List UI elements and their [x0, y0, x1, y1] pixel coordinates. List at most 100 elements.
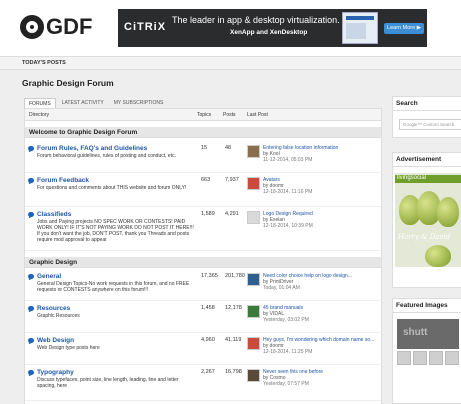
forum-description: General Design Topics-No work requests i… [37, 281, 190, 293]
posts-count: 7,937 [225, 177, 239, 183]
last-post: Entering false location information by K… [263, 145, 379, 163]
ad-brand: CiTRiX [124, 21, 167, 33]
forum-description: Jobs and Paying projects NO SPEC WORK OR… [37, 219, 194, 243]
featured-thumbnail[interactable] [445, 351, 459, 365]
forum-title-link[interactable]: Forum Feedback [37, 177, 89, 184]
last-post-avatar[interactable] [247, 305, 260, 318]
featured-images-panel: Featured Images shutt [392, 298, 461, 404]
last-post-avatar[interactable] [247, 273, 260, 286]
featured-thumbnail[interactable] [413, 351, 427, 365]
forum-title-link[interactable]: Typography [37, 369, 74, 376]
last-post-time: 12-18-2014, 10:39 PM [263, 223, 313, 229]
featured-caption: shutt [403, 327, 428, 338]
advertisement-title: Advertisement [396, 156, 442, 163]
advertisement-panel: Advertisement livingsocial Harry & David [392, 152, 461, 288]
topics-count: 15 [201, 145, 208, 151]
ad-learn-more-button[interactable]: Learn More ▶ [384, 23, 424, 34]
last-post-time: Yesterday, 07:57 PM [263, 381, 309, 387]
forum-row: General General Design Topics-No work re… [25, 271, 381, 301]
search-header: Search [393, 97, 461, 111]
advertisement-header: Advertisement [393, 153, 461, 167]
last-post-avatar[interactable] [247, 177, 260, 190]
category-title: Graphic Design [29, 259, 78, 266]
last-post-avatar[interactable] [247, 337, 260, 350]
ad-headline: The leader in app & desktop virtualizati… [172, 15, 340, 25]
last-post-avatar[interactable] [247, 369, 260, 382]
featured-image[interactable]: shutt [397, 319, 459, 349]
forum-row: Forum Rules, FAQ's and Guidelines Forum … [25, 143, 381, 173]
featured-thumbnail[interactable] [397, 351, 411, 365]
site-header: GDF CiTRiX The leader in app & desktop v… [0, 0, 461, 56]
topics-count: 2,267 [201, 369, 215, 375]
topics-count: 1,589 [201, 211, 215, 217]
topics-count: 663 [201, 177, 211, 183]
logo-text: GDF [46, 14, 93, 39]
last-post-time: 12-18-2014, 11:25 PM [263, 349, 313, 355]
featured-thumbnail[interactable] [429, 351, 443, 365]
forum-bubble-icon [28, 306, 34, 312]
header-ad-banner[interactable]: CiTRiX The leader in app & desktop virtu… [118, 9, 427, 47]
forum-bubble-icon [28, 370, 34, 376]
last-post-avatar[interactable] [247, 145, 260, 158]
forum-directory: Directory Topics Posts Last Post Welcome… [24, 108, 382, 404]
featured-images-header: Featured Images [393, 299, 461, 313]
forum-bubble-icon [28, 274, 34, 280]
forum-description: For questions and comments about THIS we… [37, 185, 187, 191]
search-title: Search [396, 100, 418, 107]
col-posts: Posts [223, 112, 236, 118]
last-post-time: Yesterday, 03:02 PM [263, 317, 309, 323]
forum-description: Discuss typefaces, point size, line leng… [37, 377, 179, 389]
ad-brand-bar: livingsocial [395, 175, 461, 183]
category-header[interactable]: Graphic Design [25, 257, 381, 268]
pear-image [437, 197, 459, 227]
column-headers: Directory Topics Posts Last Post [25, 109, 381, 121]
forum-row: Forum Feedback For questions and comment… [25, 175, 381, 207]
forum-bubble-icon [28, 178, 34, 184]
featured-thumbnails [397, 351, 459, 365]
category-header[interactable]: Welcome to Graphic Design Forum [25, 127, 381, 138]
topics-count: 1,458 [201, 305, 215, 311]
todays-posts-bar: TODAY'S POSTS [0, 56, 461, 70]
forum-description: Forum behavioral guidelines, rules of po… [37, 153, 176, 159]
posts-count: 201,780 [225, 273, 245, 279]
ad-ribbon-text: Harry & David [398, 233, 451, 241]
last-post-time: 11-12-2014, 05:03 PM [263, 157, 313, 163]
last-post: Logo Design Required by Eselan 12-18-201… [263, 211, 379, 229]
search-input[interactable]: Google™ Custom Search [399, 119, 461, 130]
search-panel: Search Google™ Custom Search [392, 96, 461, 138]
forum-title-link[interactable]: Forum Rules, FAQ's and Guidelines [37, 145, 147, 152]
posts-count: 16,798 [225, 369, 242, 375]
forum-title-link[interactable]: Resources [37, 305, 70, 312]
forum-bubble-icon [28, 212, 34, 218]
posts-count: 4,291 [225, 211, 239, 217]
last-post-avatar[interactable] [247, 211, 260, 224]
forum-row: Resources Graphic Resources 1,458 12,178… [25, 303, 381, 333]
last-post: 45 brand manuals by VIDAL Yesterday, 03:… [263, 305, 379, 323]
last-post: Hey guys, I'm wondering which domain nam… [263, 337, 379, 355]
col-topics: Topics [197, 112, 212, 118]
last-post-time: 12-18-2014, 11:16 PM [263, 189, 313, 195]
todays-posts-link[interactable]: TODAY'S POSTS [22, 60, 66, 66]
category-title: Welcome to Graphic Design Forum [29, 129, 138, 136]
col-last-post: Last Post [247, 112, 268, 118]
col-directory: Directory [29, 112, 50, 118]
forum-row: Typography Discuss typefaces, point size… [25, 367, 381, 401]
logo-ring-icon [20, 15, 44, 39]
forum-description: Web Design type posts here [37, 345, 100, 351]
last-post: Need color choice help on logo design...… [263, 273, 379, 291]
forum-bubble-icon [28, 146, 34, 152]
last-post: Avatars by doomr 12-18-2014, 11:16 PM [263, 177, 379, 195]
featured-images-title: Featured Images [396, 302, 448, 309]
forum-description: Graphic Resources [37, 313, 80, 319]
gdf-logo[interactable]: GDF [20, 14, 92, 40]
forum-row: Classifieds Jobs and Paying projects NO … [25, 209, 381, 251]
forum-bubble-icon [28, 338, 34, 344]
forum-title-link[interactable]: Classifieds [37, 211, 71, 218]
pear-image [425, 245, 451, 267]
sidebar-ad-image[interactable]: livingsocial Harry & David [395, 173, 461, 267]
forum-row: Web Design Web Design type posts here 4,… [25, 335, 381, 365]
topics-count: 4,960 [201, 337, 215, 343]
forum-title-link[interactable]: Web Design [37, 337, 74, 344]
forum-title-link[interactable]: General [37, 273, 61, 280]
ad-subline: XenApp and XenDesktop [230, 29, 308, 36]
